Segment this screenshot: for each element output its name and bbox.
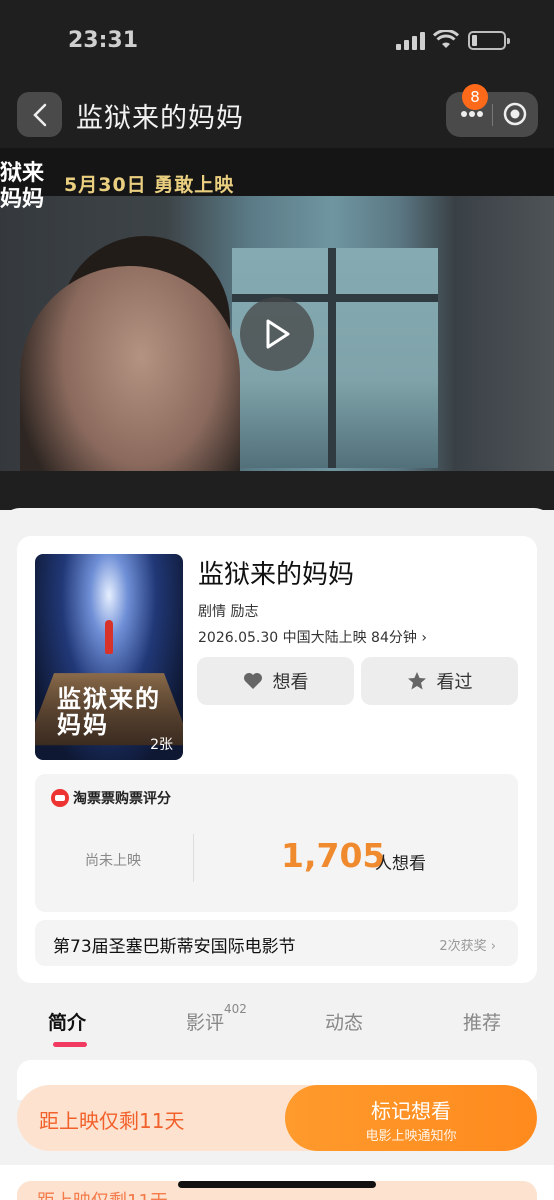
back-button[interactable] <box>17 92 62 137</box>
film-logo: 狱来妈妈 <box>0 160 45 212</box>
mark-want-label: 标记想看 <box>371 1099 451 1123</box>
ghost-countdown: 距上映仅剩11天 <box>37 1187 168 1200</box>
release-info-text: 2026.05.30 中国大陆上映 84分钟 <box>198 630 417 646</box>
tab-news[interactable]: 动态 <box>325 1008 363 1035</box>
want-count-label: 人想看 <box>375 854 426 874</box>
active-tab-indicator <box>53 1042 87 1047</box>
page-title: 监狱来的妈妈 <box>76 103 244 134</box>
status-time: 23:31 <box>68 28 139 53</box>
rating-divider <box>193 834 194 882</box>
want-label: 想看 <box>272 672 309 693</box>
movie-info-card: 监狱来的妈妈 2张 监狱来的妈妈 剧情 励志 2026.05.30 中国大陆上映… <box>17 536 537 983</box>
seen-label: 看过 <box>436 672 473 693</box>
status-bar: 23:31 <box>0 0 554 84</box>
notification-badge: 8 <box>462 84 488 110</box>
play-icon <box>266 319 290 349</box>
signal-icon <box>396 32 426 50</box>
rating-status: 尚未上映 <box>85 853 141 869</box>
chevron-left-icon <box>32 103 46 126</box>
video-figure <box>20 266 240 471</box>
star-icon <box>407 672 426 690</box>
chevron-right-icon: › <box>421 630 427 646</box>
want-to-watch-button[interactable]: 想看 <box>197 657 354 705</box>
movie-poster[interactable]: 监狱来的妈妈 2张 <box>35 554 183 760</box>
video-banner: 5月30日 勇敢上映 <box>64 174 235 196</box>
award-row[interactable]: 第73届圣塞巴斯蒂安国际电影节 2次获奖 › <box>35 920 518 966</box>
bottom-action-bar: 距上映仅剩11天 标记想看 电影上映通知你 <box>17 1085 537 1151</box>
mark-want-subtext: 电影上映通知你 <box>365 1129 457 1144</box>
wifi-icon <box>433 30 459 48</box>
award-name: 第73届圣塞巴斯蒂安国际电影节 <box>53 937 296 957</box>
tab-intro[interactable]: 简介 <box>48 1008 86 1035</box>
mini-program-capsule <box>446 92 538 137</box>
taopiaopiao-icon <box>51 789 69 807</box>
release-countdown: 距上映仅剩11天 <box>39 1109 185 1133</box>
review-count: 402 <box>224 1002 247 1016</box>
poster-figure <box>105 620 113 654</box>
tab-bar: 简介 影评402 动态 推荐 <box>0 998 554 1058</box>
want-count: 1,705 <box>281 836 386 875</box>
rating-header: 淘票票购票评分 <box>51 788 171 808</box>
award-count: 2次获奖 › <box>439 939 496 954</box>
trailer-video[interactable]: 狱来妈妈 5月30日 勇敢上映 <box>0 148 554 471</box>
release-info[interactable]: 2026.05.30 中国大陆上映 84分钟 › <box>198 627 427 647</box>
home-indicator <box>178 1181 376 1188</box>
poster-image-count: 2张 <box>150 737 173 753</box>
movie-genres: 剧情 励志 <box>198 604 259 620</box>
rating-header-text: 淘票票购票评分 <box>73 791 171 807</box>
tab-recommend[interactable]: 推荐 <box>463 1008 501 1035</box>
poster-title: 监狱来的妈妈 <box>57 684 161 739</box>
close-miniprogram-icon[interactable] <box>503 102 527 126</box>
heart-icon <box>243 673 262 689</box>
capsule-divider <box>492 104 493 126</box>
battery-icon <box>468 31 510 50</box>
movie-title: 监狱来的妈妈 <box>198 560 355 590</box>
watched-button[interactable]: 看过 <box>361 657 518 705</box>
mark-want-button[interactable]: 标记想看 电影上映通知你 <box>285 1085 537 1151</box>
rating-box: 淘票票购票评分 尚未上映 1,705 人想看 <box>35 774 518 912</box>
play-button[interactable] <box>240 297 314 371</box>
tab-reviews[interactable]: 影评402 <box>186 1002 247 1035</box>
